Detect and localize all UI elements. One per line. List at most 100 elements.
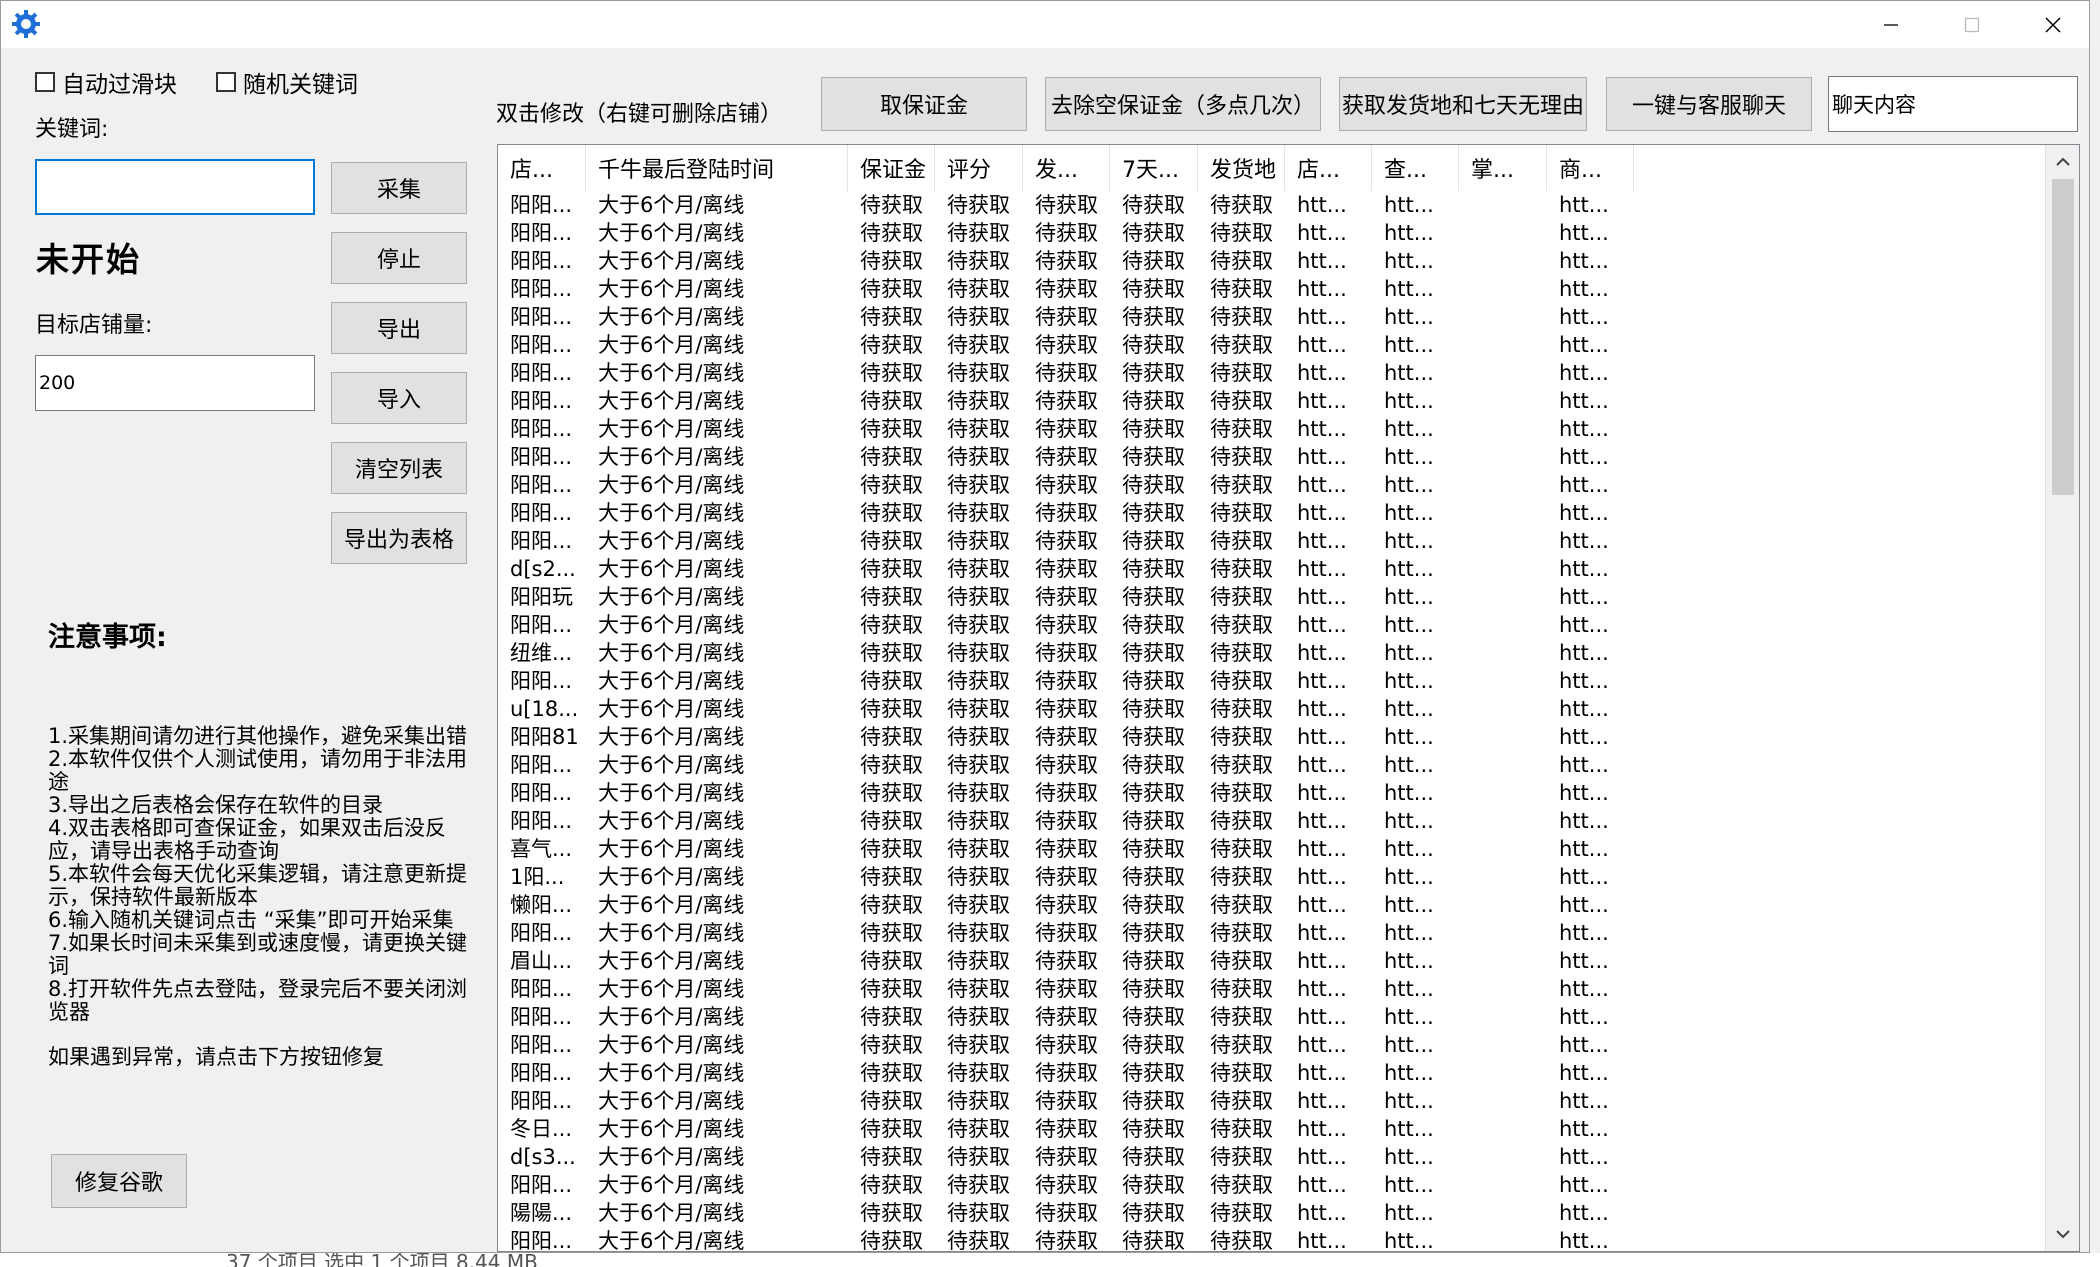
column-header[interactable]: 查... [1372, 145, 1459, 191]
table-row[interactable]: 阳阳... 大于6个月/离线 待获取 待获取 待获取 待获取 待获取 htt... htt...… [498, 1031, 2038, 1059]
chat-all-button[interactable]: 一键与客服聊天 [1606, 77, 1812, 131]
table-row[interactable]: 阳阳... 大于6个月/离线 待获取 待获取 待获取 待获取 待获取 htt... htt...… [498, 359, 2038, 387]
import-button[interactable]: 导入 [331, 372, 467, 424]
column-header[interactable]: 评分 [935, 145, 1023, 191]
column-header[interactable]: 保证金 [848, 145, 935, 191]
scroll-down-button[interactable] [2046, 1219, 2079, 1249]
export-button[interactable]: 导出 [331, 302, 467, 354]
table-row[interactable]: 阳阳... 大于6个月/离线 待获取 待获取 待获取 待获取 待获取 htt... htt...… [498, 1087, 2038, 1115]
column-header[interactable]: 7天... [1110, 145, 1198, 191]
table-cell: 待获取 [860, 333, 923, 357]
table-cell: 阳阳... [510, 669, 573, 693]
column-header[interactable]: 发货地 [1198, 145, 1285, 191]
column-header[interactable]: 发... [1023, 145, 1110, 191]
checkbox-box[interactable] [216, 72, 236, 92]
export-table-button[interactable]: 导出为表格 [331, 512, 467, 564]
table-cell: 待获取 [1210, 613, 1273, 637]
table-cell [1459, 415, 1547, 443]
table-cell: htt... [1384, 613, 1434, 637]
table-cell [1459, 443, 1547, 471]
table-row[interactable]: 阳阳... 大于6个月/离线 待获取 待获取 待获取 待获取 待获取 htt... htt...… [498, 387, 2038, 415]
maximize-button[interactable] [1932, 1, 2012, 48]
table-cell: htt... [1384, 585, 1434, 609]
table-row[interactable]: 阳阳... 大于6个月/离线 待获取 待获取 待获取 待获取 待获取 htt... htt...… [498, 499, 2038, 527]
table-row[interactable]: d[s2... 大于6个月/离线 待获取 待获取 待获取 待获取 待获取 htt... htt.… [498, 555, 2038, 583]
chat-content-input[interactable]: 聊天内容 [1828, 76, 2078, 132]
table-cell: 待获取 [1035, 1033, 1098, 1057]
table-row[interactable]: 阳阳... 大于6个月/离线 待获取 待获取 待获取 待获取 待获取 htt... htt...… [498, 219, 2038, 247]
table-cell: 待获取 [1035, 977, 1098, 1001]
table-cell [1459, 975, 1547, 1003]
table-cell: 待获取 [1210, 557, 1273, 581]
table-row[interactable]: 阳阳... 大于6个月/离线 待获取 待获取 待获取 待获取 待获取 htt... htt...… [498, 779, 2038, 807]
table-row[interactable]: 阳阳... 大于6个月/离线 待获取 待获取 待获取 待获取 待获取 htt... htt...… [498, 611, 2038, 639]
table-cell: htt... [1384, 221, 1434, 245]
column-header[interactable]: 店... [498, 145, 586, 191]
table-row[interactable]: 1阳... 大于6个月/离线 待获取 待获取 待获取 待获取 待获取 htt... htt...… [498, 863, 2038, 891]
table-cell [1459, 835, 1547, 863]
auto-slider-checkbox[interactable]: 自动过滑块 [35, 67, 177, 98]
column-header[interactable]: 商... [1547, 145, 1634, 191]
table-row[interactable]: 阳阳玩 大于6个月/离线 待获取 待获取 待获取 待获取 待获取 htt... htt... ht… [498, 583, 2038, 611]
keyword-input[interactable] [35, 159, 315, 215]
close-button[interactable] [2013, 1, 2093, 48]
table-row[interactable]: 阳阳... 大于6个月/离线 待获取 待获取 待获取 待获取 待获取 htt... htt...… [498, 527, 2038, 555]
table-row[interactable]: 阳阳... 大于6个月/离线 待获取 待获取 待获取 待获取 待获取 htt... htt...… [498, 975, 2038, 1003]
remove-empty-deposit-button[interactable]: 去除空保证金（多点几次） [1045, 77, 1321, 131]
get-shipping-button[interactable]: 获取发货地和七天无理由 [1339, 77, 1587, 131]
column-header[interactable]: 掌... [1459, 145, 1547, 191]
shop-table[interactable]: 店... 千牛最后登陆时间 保证金 评分 发... 7天... 发货地 店... 查... 掌..… [497, 144, 2080, 1252]
table-row[interactable]: 喜气... 大于6个月/离线 待获取 待获取 待获取 待获取 待获取 htt... htt...… [498, 835, 2038, 863]
get-deposit-button[interactable]: 取保证金 [821, 77, 1027, 131]
collect-button[interactable]: 采集 [331, 162, 467, 214]
table-row[interactable]: 阳阳... 大于6个月/离线 待获取 待获取 待获取 待获取 待获取 htt... htt...… [498, 443, 2038, 471]
table-cell: 待获取 [1035, 557, 1098, 581]
table-row[interactable]: 阳阳81 大于6个月/离线 待获取 待获取 待获取 待获取 待获取 htt... htt... h… [498, 723, 2038, 751]
column-header[interactable]: 店... [1285, 145, 1372, 191]
table-row[interactable]: 阳阳... 大于6个月/离线 待获取 待获取 待获取 待获取 待获取 htt... htt...… [498, 303, 2038, 331]
target-count-input[interactable]: 200 [35, 355, 315, 411]
scrollbar-thumb[interactable] [2052, 179, 2074, 495]
table-cell: 大于6个月/离线 [598, 277, 745, 301]
table-row[interactable]: 阳阳... 大于6个月/离线 待获取 待获取 待获取 待获取 待获取 htt... htt...… [498, 1171, 2038, 1199]
table-row[interactable]: 阳阳... 大于6个月/离线 待获取 待获取 待获取 待获取 待获取 htt... htt...… [498, 275, 2038, 303]
stop-button[interactable]: 停止 [331, 232, 467, 284]
table-cell: htt... [1297, 389, 1347, 413]
table-row[interactable]: 阳阳... 大于6个月/离线 待获取 待获取 待获取 待获取 待获取 htt... htt...… [498, 807, 2038, 835]
random-keyword-checkbox[interactable]: 随机关键词 [216, 67, 358, 98]
repair-chrome-button[interactable]: 修复谷歌 [51, 1154, 187, 1208]
table-row[interactable]: 阳阳... 大于6个月/离线 待获取 待获取 待获取 待获取 待获取 htt... htt...… [498, 919, 2038, 947]
table-row[interactable]: 陽陽... 大于6个月/离线 待获取 待获取 待获取 待获取 待获取 htt... htt...… [498, 1199, 2038, 1227]
table-cell: htt... [1559, 1173, 1609, 1197]
checkbox-box[interactable] [35, 72, 55, 92]
table-row[interactable]: u[18... 大于6个月/离线 待获取 待获取 待获取 待获取 待获取 htt... htt.… [498, 695, 2038, 723]
table-row[interactable]: 阳阳... 大于6个月/离线 待获取 待获取 待获取 待获取 待获取 htt... htt...… [498, 191, 2038, 219]
table-row[interactable]: d[s3... 大于6个月/离线 待获取 待获取 待获取 待获取 待获取 htt... htt.… [498, 1143, 2038, 1171]
minimize-button[interactable] [1851, 1, 1931, 48]
table-cell [1459, 303, 1547, 331]
table-row[interactable]: 阳阳... 大于6个月/离线 待获取 待获取 待获取 待获取 待获取 htt... htt...… [498, 1003, 2038, 1031]
table-cell: htt... [1559, 697, 1609, 721]
table-row[interactable]: 懒阳... 大于6个月/离线 待获取 待获取 待获取 待获取 待获取 htt... htt...… [498, 891, 2038, 919]
table-cell: 待获取 [1210, 1117, 1273, 1141]
scroll-up-button[interactable] [2046, 147, 2079, 177]
clear-list-button[interactable]: 清空列表 [331, 442, 467, 494]
table-row[interactable]: 阳阳... 大于6个月/离线 待获取 待获取 待获取 待获取 待获取 htt... htt...… [498, 667, 2038, 695]
table-cell: 待获取 [860, 669, 923, 693]
table-cell: htt... [1297, 1005, 1347, 1029]
table-row[interactable]: 冬日... 大于6个月/离线 待获取 待获取 待获取 待获取 待获取 htt... htt...… [498, 1115, 2038, 1143]
column-header[interactable]: 千牛最后登陆时间 [586, 145, 848, 191]
table-cell: htt... [1559, 473, 1609, 497]
table-row[interactable]: 阳阳... 大于6个月/离线 待获取 待获取 待获取 待获取 待获取 htt... htt...… [498, 1059, 2038, 1087]
table-row[interactable]: 阳阳... 大于6个月/离线 待获取 待获取 待获取 待获取 待获取 htt... htt...… [498, 331, 2038, 359]
table-row[interactable]: 纽维... 大于6个月/离线 待获取 待获取 待获取 待获取 待获取 htt... htt...… [498, 639, 2038, 667]
vertical-scrollbar[interactable] [2045, 145, 2079, 1251]
table-cell: 待获取 [947, 529, 1010, 553]
table-row[interactable]: 阳阳... 大于6个月/离线 待获取 待获取 待获取 待获取 待获取 htt... htt...… [498, 247, 2038, 275]
table-row[interactable]: 阳阳... 大于6个月/离线 待获取 待获取 待获取 待获取 待获取 htt... htt...… [498, 1227, 2038, 1251]
table-cell: 1阳... [510, 865, 565, 889]
table-row[interactable]: 阳阳... 大于6个月/离线 待获取 待获取 待获取 待获取 待获取 htt... htt...… [498, 471, 2038, 499]
table-row[interactable]: 阳阳... 大于6个月/离线 待获取 待获取 待获取 待获取 待获取 htt... htt...… [498, 751, 2038, 779]
table-row[interactable]: 阳阳... 大于6个月/离线 待获取 待获取 待获取 待获取 待获取 htt... htt...… [498, 415, 2038, 443]
table-row[interactable]: 眉山... 大于6个月/离线 待获取 待获取 待获取 待获取 待获取 htt... htt...… [498, 947, 2038, 975]
